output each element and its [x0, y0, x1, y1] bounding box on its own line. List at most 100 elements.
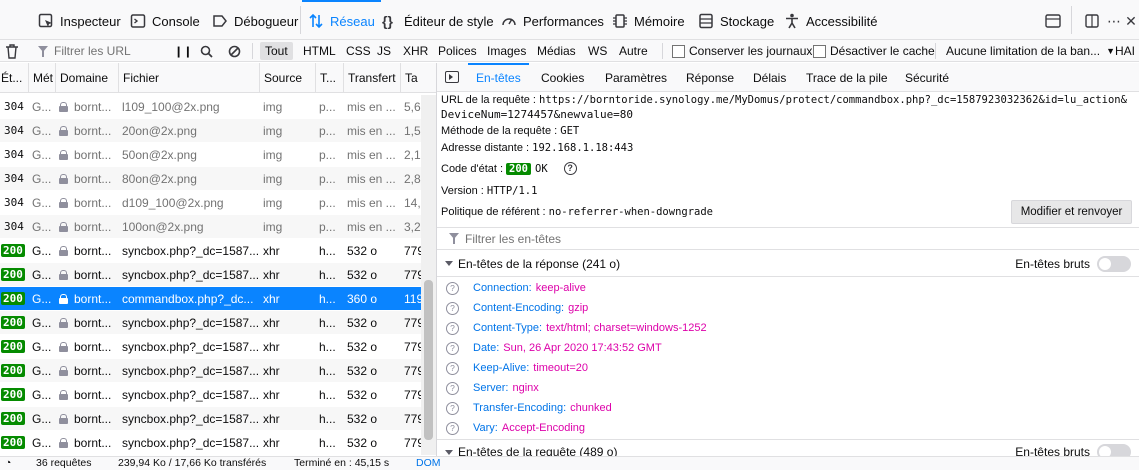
request-transfer-text: mis en ...	[347, 171, 396, 186]
filter-type-xhr[interactable]: XHR	[398, 42, 433, 60]
search-icon[interactable]	[200, 40, 213, 62]
tab-debugger[interactable]: Débogueur	[212, 5, 298, 37]
http-version-value: HTTP/1.1	[486, 185, 538, 197]
dock-layout-icon[interactable]	[1044, 12, 1062, 30]
request-type-text: p...	[319, 171, 336, 186]
column-file[interactable]: Fichier	[118, 63, 259, 93]
tab-timings[interactable]: Délais	[753, 63, 786, 92]
filter-type-css[interactable]: CSS	[341, 42, 376, 60]
column-status[interactable]: Ét...	[0, 63, 28, 93]
block-icon[interactable]	[228, 40, 241, 62]
tab-security[interactable]: Sécurité	[905, 63, 949, 92]
performance-analysis-icon[interactable]: ◔	[5, 457, 11, 469]
filter-type-all[interactable]: Tout	[260, 42, 293, 60]
tab-style-editor[interactable]: {} Éditeur de style	[382, 5, 494, 37]
help-icon[interactable]: ?	[446, 341, 459, 355]
request-row[interactable]: 200 G... bornt... syncbox.php?_dc=1587... xh…	[0, 383, 436, 406]
options-menu-icon[interactable]: ⋯	[1105, 12, 1123, 30]
request-source-text: xhr	[263, 267, 280, 282]
tab-performance[interactable]: Performances	[501, 5, 604, 37]
filter-type-html[interactable]: HTML	[298, 42, 341, 60]
tab-label: Console	[152, 13, 200, 29]
style-editor-icon: {}	[382, 13, 393, 29]
request-source-text: xhr	[263, 315, 280, 330]
filter-type-images[interactable]: Images	[482, 42, 531, 60]
tab-params[interactable]: Paramètres	[605, 63, 667, 92]
tab-memory[interactable]: Mémoire	[612, 5, 685, 37]
toolbar-separator	[662, 43, 663, 59]
toggle-sidebar-icon[interactable]	[445, 71, 459, 83]
response-header-row[interactable]: ? Content-Encoding: gzip	[437, 298, 588, 318]
split-console-icon[interactable]	[1083, 12, 1101, 30]
help-icon[interactable]: ?	[446, 361, 459, 375]
close-icon[interactable]: ✕	[1122, 12, 1139, 30]
tab-cookies[interactable]: Cookies	[541, 63, 584, 92]
response-header-row[interactable]: ? Content-Type: text/html; charset=windows…	[437, 318, 707, 338]
tab-storage[interactable]: Stockage	[698, 5, 774, 37]
request-row[interactable]: 200 G... bornt... commandbox.php?_dc... xhr h…	[0, 287, 436, 310]
request-row[interactable]: 304 G... bornt... 20on@2x.png img p... mis en …	[0, 119, 436, 142]
request-transfer-text: mis en ...	[347, 219, 396, 234]
filter-type-js[interactable]: JS	[372, 42, 396, 60]
request-row[interactable]: 304 G... bornt... d109_100@2x.png img p... mis…	[0, 191, 436, 214]
request-row[interactable]: 200 G... bornt... syncbox.php?_dc=1587... xh…	[0, 407, 436, 430]
filter-headers-input[interactable]: Filtrer les en-têtes	[437, 227, 1139, 250]
request-row[interactable]: 200 G... bornt... syncbox.php?_dc=1587... xh…	[0, 335, 436, 358]
response-header-row[interactable]: ? Date: Sun, 26 Apr 2020 17:43:52 GMT	[437, 338, 662, 358]
edit-and-resend-button[interactable]: Modifier et renvoyer	[1011, 200, 1132, 224]
help-icon[interactable]: ?	[446, 401, 459, 415]
request-row[interactable]: 304 G... bornt... 50on@2x.png img p... mis en …	[0, 143, 436, 166]
response-header-row[interactable]: ? Connection: keep-alive	[437, 278, 586, 298]
request-row[interactable]: 304 G... bornt... l109_100@2x.png img p... mis…	[0, 95, 436, 118]
response-header-row[interactable]: ? Transfer-Encoding: chunked	[437, 398, 612, 418]
filter-type-media[interactable]: Médias	[532, 42, 581, 60]
raw-headers-label: En-têtes bruts	[1015, 256, 1090, 271]
help-icon[interactable]: ?	[563, 162, 577, 175]
response-headers-section[interactable]: En-têtes de la réponse (241 o) En-têtes …	[437, 251, 1139, 277]
tab-headers[interactable]: En-têtes	[468, 63, 529, 92]
request-row[interactable]: 200 G... bornt... syncbox.php?_dc=1587... xh…	[0, 359, 436, 382]
help-icon[interactable]: ?	[446, 281, 459, 295]
request-row[interactable]: 200 G... bornt... syncbox.php?_dc=1587... xh…	[0, 431, 436, 454]
column-transfer[interactable]: Transfert	[343, 63, 400, 93]
clear-log-trash-icon[interactable]	[5, 40, 19, 62]
request-row[interactable]: 304 G... bornt... 80on@2x.png img p... mis en …	[0, 167, 436, 190]
help-icon[interactable]: ?	[446, 381, 459, 395]
tab-accessibility[interactable]: Accessibilité	[784, 5, 878, 37]
response-header-row[interactable]: ? Vary: Accept-Encoding	[437, 418, 585, 438]
response-header-row[interactable]: ? Keep-Alive: timeout=20	[437, 358, 588, 378]
request-url-line: URL de la requête : https://borntoride.s…	[441, 94, 1127, 106]
disable-cache-checkbox[interactable]: Désactiver le cache	[813, 40, 935, 62]
tab-stack-trace[interactable]: Trace de la pile	[806, 63, 888, 92]
request-row[interactable]: 200 G... bornt... syncbox.php?_dc=1587... xh…	[0, 311, 436, 334]
persist-logs-checkbox[interactable]: Conserver les journaux	[672, 40, 812, 62]
column-source[interactable]: Source	[259, 63, 315, 93]
column-type[interactable]: T...	[315, 63, 343, 93]
raw-headers-toggle[interactable]	[1097, 255, 1131, 272]
disable-cache-label: Désactiver le cache	[830, 44, 935, 58]
column-size[interactable]: Ta	[400, 63, 436, 93]
throttling-select[interactable]: Aucune limitation de la ban... ▼	[946, 40, 1115, 62]
request-domain-cell: bornt...	[55, 191, 118, 214]
column-method[interactable]: Mét	[28, 63, 55, 93]
filter-type-ws[interactable]: WS	[583, 42, 612, 60]
tab-response[interactable]: Réponse	[686, 63, 734, 92]
filter-type-fonts[interactable]: Polices	[433, 42, 482, 60]
requests-scrollbar-thumb[interactable]	[424, 280, 433, 440]
request-row[interactable]: 200 G... bornt... syncbox.php?_dc=1587... xh…	[0, 239, 436, 262]
har-menu[interactable]: HAI	[1115, 40, 1135, 62]
filter-type-other[interactable]: Autre	[614, 42, 653, 60]
pause-icon[interactable]: ❙❙	[174, 40, 192, 62]
request-row[interactable]: 200 G... bornt... syncbox.php?_dc=1587... xh…	[0, 263, 436, 286]
tab-network[interactable]: Réseau	[302, 0, 381, 37]
help-icon[interactable]: ?	[446, 301, 459, 315]
request-source-cell: xhr	[259, 239, 315, 262]
request-row[interactable]: 304 G... bornt... 100on@2x.png img p... mis en…	[0, 215, 436, 238]
column-domain[interactable]: Domaine	[55, 63, 118, 93]
tab-console[interactable]: Console	[130, 5, 200, 37]
help-icon[interactable]: ?	[446, 421, 459, 435]
help-icon[interactable]: ?	[446, 321, 459, 335]
tab-inspector[interactable]: Inspecteur	[38, 5, 121, 37]
response-header-row[interactable]: ? Server: nginx	[437, 378, 539, 398]
filter-url-input[interactable]: Filtrer les URL	[38, 40, 131, 62]
